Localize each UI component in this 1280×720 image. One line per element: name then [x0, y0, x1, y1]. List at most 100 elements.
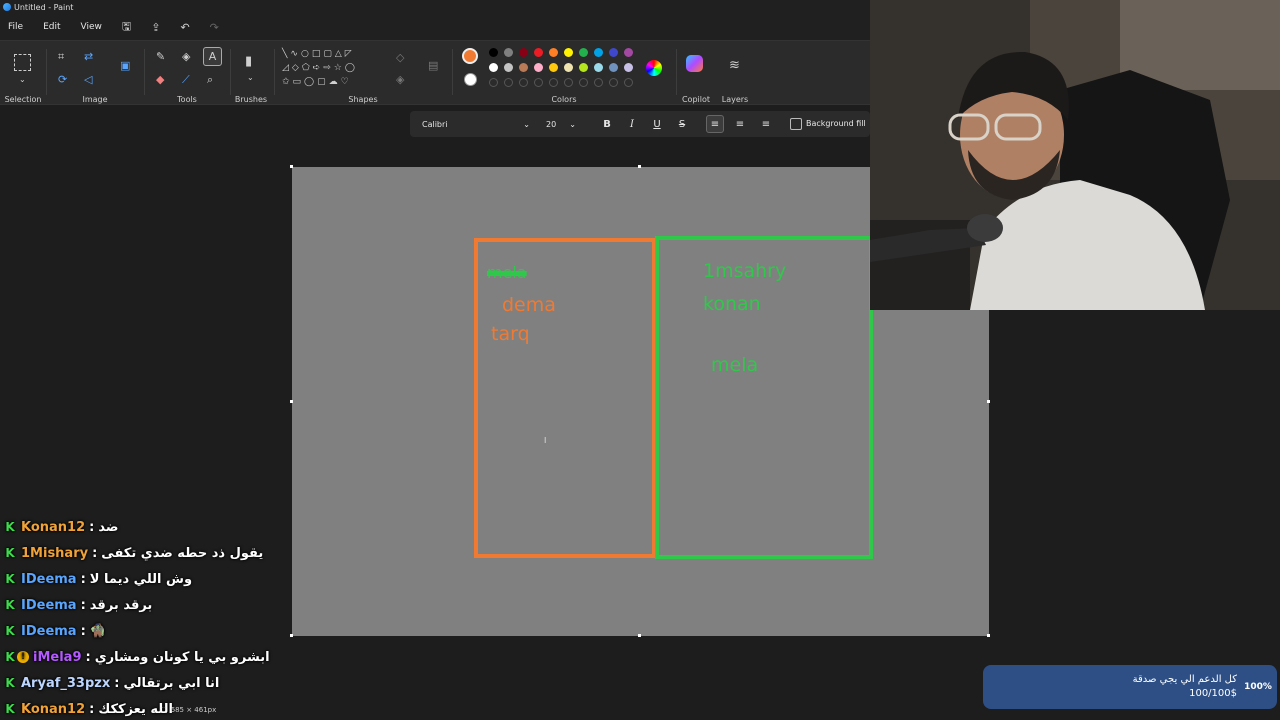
resize-handle[interactable]: [987, 400, 990, 403]
resize-icon[interactable]: ⇄: [84, 50, 93, 63]
palette-color-swatch[interactable]: [594, 63, 603, 72]
webcam-feed-illustration: [870, 0, 1280, 310]
fill-icon[interactable]: ◈: [182, 50, 190, 63]
resize-handle[interactable]: [290, 400, 293, 403]
custom-color-slot[interactable]: [504, 78, 513, 87]
chat-separator: :: [114, 675, 120, 691]
brush-icon[interactable]: ▮: [245, 54, 252, 69]
palette-color-swatch[interactable]: [579, 48, 588, 57]
tools-label: Tools: [177, 95, 197, 104]
ribbon: ⌄ Selection ⌗ ⇄ ⟳ ◁ ▣ Image ✎ ◈ A ◆ ⟋ ⌕ …: [0, 40, 870, 105]
rotate-icon[interactable]: ⟳: [58, 73, 67, 86]
palette-color-swatch[interactable]: [609, 63, 618, 72]
share-icon[interactable]: ⇪: [151, 21, 160, 34]
custom-color-slot[interactable]: [564, 78, 573, 87]
chevron-down-icon[interactable]: ⌄: [247, 73, 254, 82]
chat-text: برقد برقد: [89, 597, 153, 613]
custom-color-slot[interactable]: [624, 78, 633, 87]
menu-file[interactable]: File: [8, 22, 23, 32]
bold-button[interactable]: B: [598, 115, 616, 133]
scribbled-name: mela: [487, 263, 527, 282]
eraser-icon[interactable]: ◆: [156, 73, 164, 86]
color-picker-icon[interactable]: ⟋: [182, 73, 190, 87]
custom-color-slot[interactable]: [549, 78, 558, 87]
strikethrough-button[interactable]: S: [673, 115, 691, 133]
kick-badge-icon: K: [5, 598, 15, 612]
colors-group: Colors: [454, 41, 674, 106]
resize-handle[interactable]: [987, 634, 990, 637]
custom-color-slot[interactable]: [609, 78, 618, 87]
palette-color-swatch[interactable]: [624, 63, 633, 72]
custom-color-slot[interactable]: [579, 78, 588, 87]
custom-color-slot[interactable]: [594, 78, 603, 87]
pencil-icon[interactable]: ✎: [156, 50, 165, 63]
secondary-color-swatch[interactable]: [464, 73, 477, 86]
font-family-select[interactable]: Calibri ⌄: [416, 115, 536, 133]
fill-shape-icon[interactable]: ◈: [396, 73, 404, 86]
text-tool-icon[interactable]: A: [203, 47, 222, 66]
edit-colors-icon[interactable]: [646, 60, 662, 76]
selection-icon[interactable]: [14, 54, 31, 71]
underline-button[interactable]: U: [648, 115, 666, 133]
palette-color-swatch[interactable]: [579, 63, 588, 72]
save-icon[interactable]: 🖫: [122, 18, 131, 37]
palette-color-swatch[interactable]: [549, 63, 558, 72]
crop-icon[interactable]: ⌗: [58, 50, 64, 64]
chat-username: IDeema: [21, 623, 77, 639]
redo-icon[interactable]: ↷: [210, 21, 219, 34]
divider: [274, 49, 275, 95]
chat-username: Konan12: [21, 519, 86, 535]
current-color-swatch[interactable]: [462, 48, 478, 64]
custom-color-slot[interactable]: [534, 78, 543, 87]
palette-color-swatch[interactable]: [489, 48, 498, 57]
outline-icon[interactable]: ◇: [396, 51, 404, 64]
palette-color-swatch[interactable]: [624, 48, 633, 57]
align-left-button[interactable]: ≡: [706, 115, 724, 133]
menu-edit[interactable]: Edit: [43, 22, 60, 32]
palette-color-swatch[interactable]: [504, 48, 513, 57]
image-select-icon[interactable]: ▣: [120, 59, 130, 72]
font-size-select[interactable]: 20 ⌄: [540, 115, 582, 133]
palette-color-swatch[interactable]: [609, 48, 618, 57]
palette-color-swatch[interactable]: [564, 48, 573, 57]
align-center-button[interactable]: ≡: [731, 115, 749, 133]
flip-icon[interactable]: ◁: [84, 73, 92, 86]
palette-color-swatch[interactable]: [549, 48, 558, 57]
magnifier-icon[interactable]: ⌕: [207, 73, 213, 87]
text-cursor: I: [544, 436, 547, 445]
shapes-gallery[interactable]: ╲∿○□▢△◸ ◿◇⬠➪⇨☆◯ ✩▭◯▢☁♡: [282, 47, 382, 93]
palette-color-swatch[interactable]: [534, 48, 543, 57]
stream-screen: Untitled - Paint File Edit View 🖫 ⇪ ↶ ↷ …: [0, 0, 1280, 720]
chat-message: K Aryaf_33pzx: انا ابي برتقالي: [0, 670, 300, 696]
palette-color-swatch[interactable]: [504, 63, 513, 72]
palette-color-swatch[interactable]: [594, 48, 603, 57]
webcam-overlay: [870, 0, 1280, 310]
chevron-down-icon[interactable]: ⌄: [19, 75, 26, 84]
left-name-tarq: tarq: [491, 323, 530, 345]
undo-icon[interactable]: ↶: [180, 21, 189, 34]
chevron-down-icon: ⌄: [569, 119, 576, 129]
window-title: Untitled - Paint: [14, 2, 74, 12]
font-family-value: Calibri: [422, 119, 448, 129]
donation-percent: 100%: [1244, 682, 1272, 692]
background-fill-checkbox[interactable]: [790, 118, 802, 130]
copilot-icon[interactable]: [686, 55, 703, 72]
resize-handle[interactable]: [290, 165, 293, 168]
custom-color-slot[interactable]: [489, 78, 498, 87]
donation-amount: 100/100$: [1189, 688, 1237, 699]
palette-color-swatch[interactable]: [489, 63, 498, 72]
shape-style-icon[interactable]: ▤: [428, 59, 438, 72]
palette-color-swatch[interactable]: [519, 63, 528, 72]
palette-color-swatch[interactable]: [519, 48, 528, 57]
palette-color-swatch[interactable]: [534, 63, 543, 72]
italic-button[interactable]: I: [623, 115, 641, 133]
menu-view[interactable]: View: [81, 22, 102, 32]
chat-separator: :: [92, 545, 98, 561]
layers-icon[interactable]: ≋: [729, 58, 740, 73]
resize-handle[interactable]: [638, 634, 641, 637]
chat-separator: :: [85, 649, 91, 665]
palette-color-swatch[interactable]: [564, 63, 573, 72]
custom-color-slot[interactable]: [519, 78, 528, 87]
resize-handle[interactable]: [638, 165, 641, 168]
align-right-button[interactable]: ≡: [757, 115, 775, 133]
